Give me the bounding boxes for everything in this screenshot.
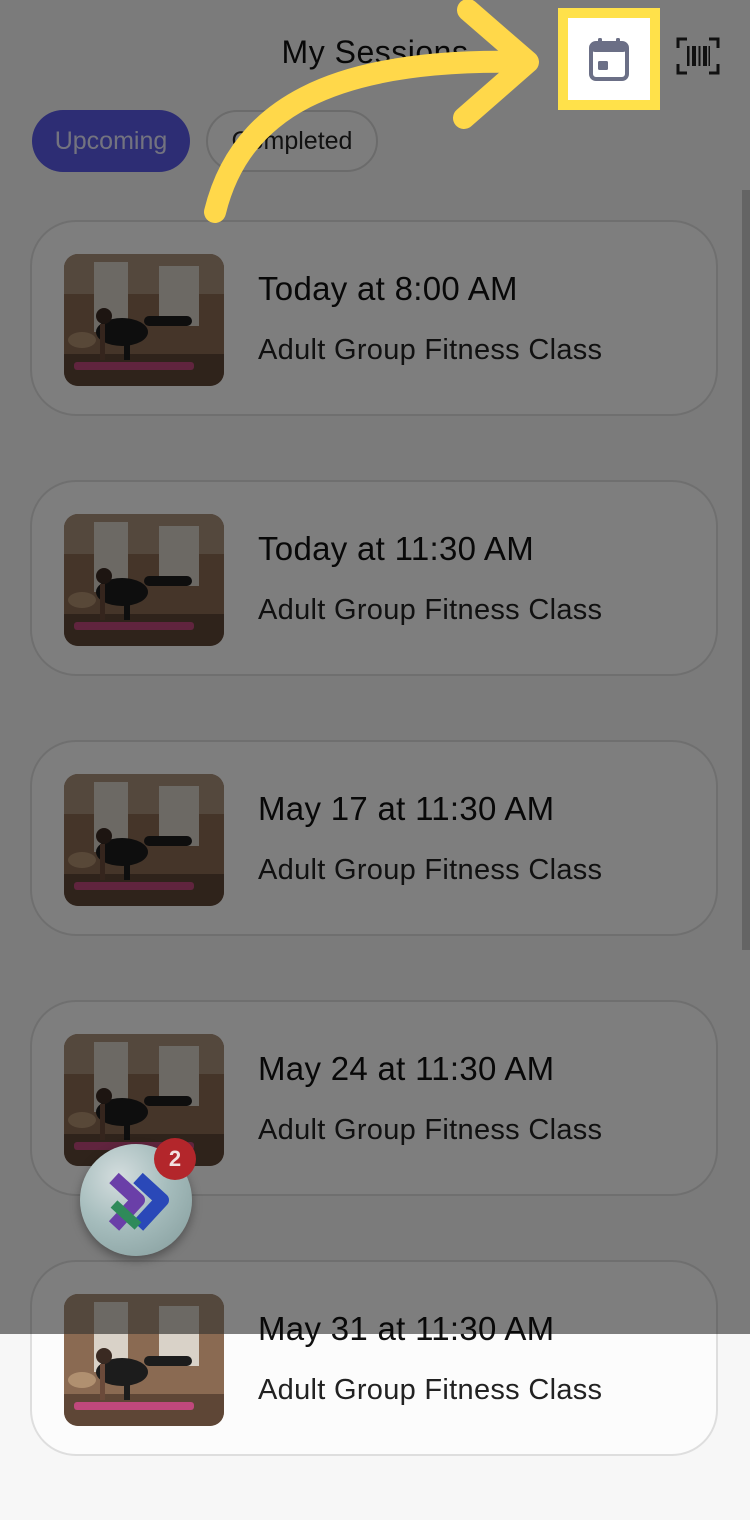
session-card[interactable]: May 31 at 11:30 AM Adult Group Fitness C… <box>30 1260 718 1456</box>
session-card[interactable]: May 17 at 11:30 AM Adult Group Fitness C… <box>30 740 718 936</box>
session-time: Today at 11:30 AM <box>258 530 534 567</box>
curved-arrow-pointer <box>204 0 539 223</box>
session-thumbnail <box>64 514 224 646</box>
notification-badge: 2 <box>154 1138 196 1180</box>
session-list: Today at 8:00 AM Adult Group Fitness Cla… <box>30 220 720 1520</box>
session-thumbnail <box>64 254 224 386</box>
session-thumbnail <box>64 1294 224 1426</box>
session-name: Adult Group Fitness Class <box>258 854 603 886</box>
session-name: Adult Group Fitness Class <box>258 334 603 366</box>
session-time: May 31 at 11:30 AM <box>258 1310 555 1347</box>
session-time: May 17 at 11:30 AM <box>258 790 555 827</box>
scrollbar[interactable] <box>742 190 750 950</box>
session-time: May 24 at 11:30 AM <box>258 1050 555 1087</box>
session-time: Today at 8:00 AM <box>258 270 518 307</box>
session-thumbnail <box>64 774 224 906</box>
session-name: Adult Group Fitness Class <box>258 1114 603 1146</box>
session-name: Adult Group Fitness Class <box>258 1374 603 1406</box>
session-card[interactable]: Today at 11:30 AM Adult Group Fitness Cl… <box>30 480 718 676</box>
session-name: Adult Group Fitness Class <box>258 594 603 626</box>
